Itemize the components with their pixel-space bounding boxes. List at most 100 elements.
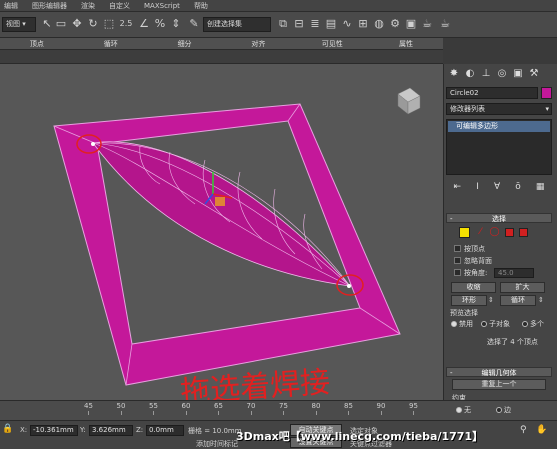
create-tab-icon[interactable]: ✸ (448, 68, 460, 80)
ribbon-tab-loops[interactable]: 循环 (74, 38, 148, 49)
vertex-mode-icon[interactable] (459, 227, 470, 238)
pan-icon[interactable]: ✋ (536, 425, 547, 435)
preview-multi-radio[interactable] (522, 321, 528, 327)
render-production-icon[interactable]: ☕ (420, 17, 434, 31)
x-coordinate-field[interactable]: -10.361mm (30, 425, 78, 436)
add-time-tag-button[interactable]: 添加时间标记 (196, 439, 238, 449)
ring-spinner-icon[interactable]: ⇕ (488, 296, 494, 304)
preview-subobject-radio[interactable] (481, 321, 487, 327)
menu-maxscript[interactable]: MAXScript (144, 2, 180, 10)
shrink-button[interactable]: 收缩 (451, 282, 496, 293)
move-icon[interactable]: ✥ (70, 17, 84, 31)
ribbon-tab-vertices[interactable]: 顶点 (0, 38, 74, 49)
by-angle-checkbox[interactable] (454, 269, 461, 276)
named-selection-dropdown[interactable]: 创建选择集 (203, 17, 271, 32)
edit-named-selection-icon[interactable]: ✎ (187, 17, 201, 31)
zoom-icon[interactable]: ⚲ (520, 425, 527, 435)
object-name-field[interactable]: Circle02 (446, 87, 538, 99)
curve-editor-icon[interactable]: ∿ (340, 17, 354, 31)
ignore-backfacing-checkbox[interactable] (454, 257, 461, 264)
viewcube[interactable] (397, 87, 421, 115)
ribbon-toggle-icon[interactable]: ▤ (324, 17, 338, 31)
view-select-value: 视图 (6, 20, 20, 28)
render-setup-icon[interactable]: ⚙ (388, 17, 402, 31)
ribbon-tab-visibility[interactable]: 可见性 (295, 38, 369, 49)
snap-toggle-icon[interactable]: 2.5 (118, 17, 134, 31)
display-tab-icon[interactable]: ▣ (512, 68, 524, 80)
y-coordinate-field[interactable]: 3.626mm (89, 425, 133, 436)
layer-manager-icon[interactable]: ≣ (308, 17, 322, 31)
repeat-last-button[interactable]: 重复上一个 (452, 379, 546, 390)
constraint-none-radio[interactable] (456, 407, 462, 413)
show-end-result-icon[interactable]: Ⅰ (476, 182, 479, 196)
timeline-tick-label: 60 (181, 402, 191, 410)
stack-item-editable-poly[interactable]: 可编辑多边形 (448, 121, 550, 132)
remove-modifier-icon[interactable]: ō (515, 182, 521, 196)
select-region-icon[interactable]: ▭ (54, 17, 68, 31)
material-editor-icon[interactable]: ◍ (372, 17, 386, 31)
scale-icon[interactable]: ⬚ (102, 17, 116, 31)
polygon-mode-icon[interactable] (505, 228, 514, 237)
timeline-tick-label: 95 (409, 402, 418, 410)
mirror-icon[interactable]: ⧉ (276, 17, 290, 31)
rollout-selection[interactable]: - 选择 (446, 213, 552, 223)
make-unique-icon[interactable]: ∀ (494, 182, 500, 196)
timeline-tick (120, 411, 122, 415)
menu-edit[interactable]: 编辑 (4, 1, 18, 11)
constraint-edge-radio[interactable] (496, 407, 502, 413)
y-label: Y: (80, 426, 86, 434)
rollout-edit-geometry[interactable]: - 编辑几何体 (446, 367, 552, 377)
menu-rendering[interactable]: 渲染 (81, 1, 95, 11)
z-coordinate-field[interactable]: 0.0mm (146, 425, 184, 436)
ring-button[interactable]: 环形 (451, 295, 487, 306)
ribbon-panel (0, 50, 443, 64)
ribbon-tabs: 顶点 循环 细分 对齐 可见性 属性 (0, 38, 443, 50)
menu-graph-editors[interactable]: 图形编辑器 (32, 1, 67, 11)
edge-mode-icon[interactable]: ⁄ (475, 227, 486, 238)
object-color-swatch[interactable] (541, 87, 552, 99)
motion-tab-icon[interactable]: ◎ (496, 68, 508, 80)
pin-stack-icon[interactable]: ⇤ (454, 182, 462, 196)
named-selection-value: 创建选择集 (207, 20, 242, 28)
rotate-icon[interactable]: ↻ (86, 17, 100, 31)
rendered-frame-icon[interactable]: ▣ (404, 17, 418, 31)
align-icon[interactable]: ⊟ (292, 17, 306, 31)
timeline-tick-label: 70 (246, 402, 256, 410)
preview-disabled-radio[interactable] (451, 321, 457, 327)
ribbon-tab-subdivision[interactable]: 细分 (148, 38, 222, 49)
angle-snap-icon[interactable]: ∠ (137, 17, 151, 31)
watermark-text: 3Dmax吧【www.linecg.com/tieba/1771】 (236, 430, 484, 443)
menu-help[interactable]: 帮助 (194, 1, 208, 11)
preview-disabled-label: 禁用 (459, 320, 473, 328)
perspective-viewport[interactable]: 拖选着焊接 (0, 64, 443, 400)
configure-sets-icon[interactable]: ▦ (536, 182, 545, 196)
render-iterative-icon[interactable]: ☕ (438, 17, 452, 31)
modify-tab-icon[interactable]: ◐ (464, 68, 476, 80)
border-mode-icon[interactable]: ◯ (489, 227, 500, 238)
select-object-icon[interactable]: ↖ (40, 17, 54, 31)
by-vertex-checkbox[interactable] (454, 245, 461, 252)
timeline-tick-label: 45 (84, 402, 93, 410)
hierarchy-tab-icon[interactable]: ⊥ (480, 68, 492, 80)
loop-button[interactable]: 循环 (500, 295, 536, 306)
ribbon-tab-properties[interactable]: 属性 (369, 38, 443, 49)
timeline[interactable]: 45 50 55 60 65 70 75 80 85 90 95 (0, 400, 557, 420)
spinner-snap-icon[interactable]: ⇕ (169, 17, 183, 31)
view-select-dropdown[interactable]: 视图 ▾ (2, 17, 36, 32)
ignore-backfacing-label: 忽略背面 (464, 257, 492, 265)
menu-bar: 编辑 图形编辑器 渲染 自定义 MAXScript 帮助 (0, 0, 557, 12)
lock-selection-icon[interactable]: 🔒 (2, 424, 13, 436)
element-mode-icon[interactable] (519, 228, 528, 237)
modifier-list-label: 修改器列表 (450, 105, 485, 113)
angle-value-field[interactable]: 45.0 (494, 268, 534, 278)
by-vertex-label: 按顶点 (464, 245, 485, 253)
schematic-view-icon[interactable]: ⊞ (356, 17, 370, 31)
percent-snap-icon[interactable]: % (153, 17, 167, 31)
grow-button[interactable]: 扩大 (500, 282, 545, 293)
menu-customize[interactable]: 自定义 (109, 1, 130, 11)
ribbon-tab-align[interactable]: 对齐 (221, 38, 295, 49)
modifier-list-dropdown[interactable]: 修改器列表 ▾ (446, 103, 552, 115)
utilities-tab-icon[interactable]: ⚒ (528, 68, 540, 80)
loop-spinner-icon[interactable]: ⇕ (538, 296, 544, 304)
timeline-tick-label: 90 (376, 402, 386, 410)
